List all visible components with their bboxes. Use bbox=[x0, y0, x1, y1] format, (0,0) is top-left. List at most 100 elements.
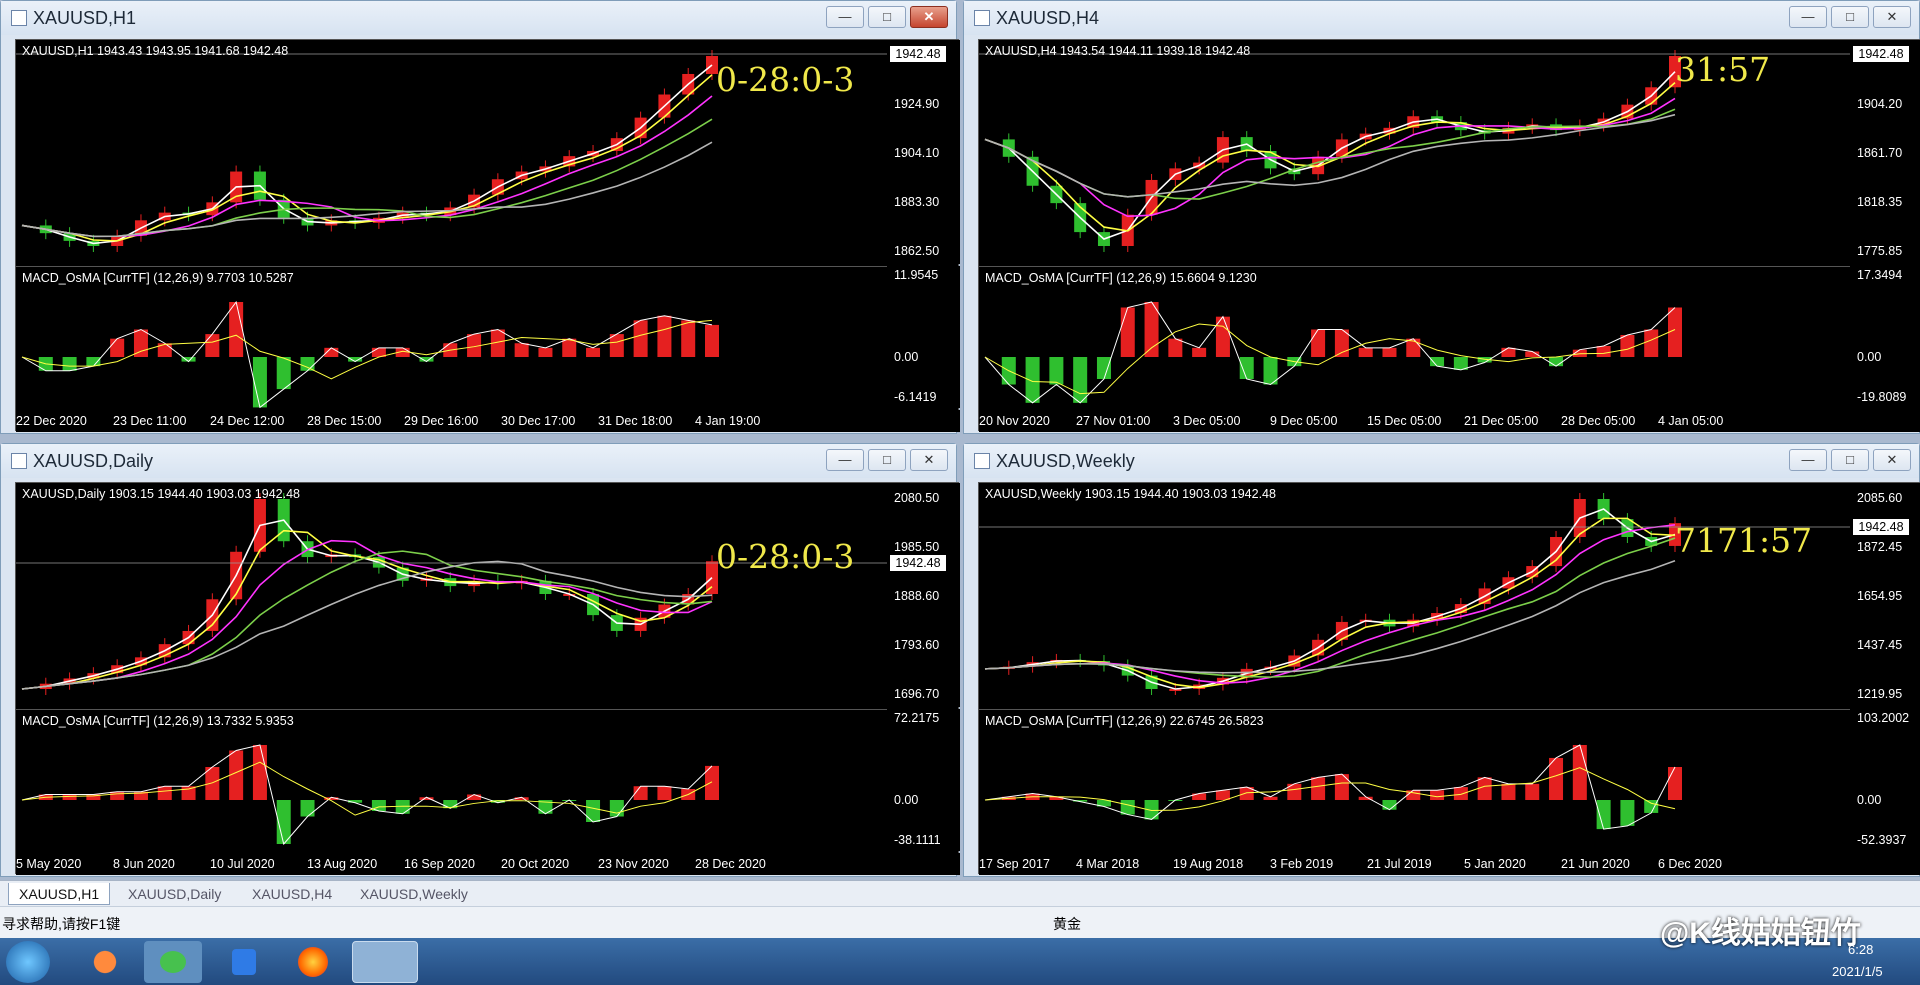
macd-axis-label: 0.00 bbox=[894, 350, 919, 364]
chart-window-h1[interactable]: XAUUSD,H1 — □ ✕ XAUUSD,H1 1943.43 1943.95 19… bbox=[0, 0, 960, 434]
macd-histogram-bar bbox=[1215, 790, 1230, 800]
minimize-button[interactable]: — bbox=[826, 6, 864, 28]
time-axis-label: 4 Mar 2018 bbox=[1076, 857, 1140, 871]
titlebar[interactable]: XAUUSD,H1 — □ ✕ bbox=[1, 1, 956, 35]
app-icon-note[interactable] bbox=[214, 941, 272, 983]
time-axis-label: 21 Jul 2019 bbox=[1367, 857, 1432, 871]
moving-average-line bbox=[21, 64, 713, 245]
price-axis: 1942.481904.201861.701818.351775.851942.… bbox=[1851, 40, 1920, 264]
maximize-button[interactable]: □ bbox=[1831, 449, 1869, 471]
tab-xauusd-weekly[interactable]: XAUUSD,Weekly bbox=[350, 883, 478, 905]
app-icon-mt4[interactable] bbox=[352, 941, 418, 983]
price-pane: XAUUSD,Weekly 1903.15 1944.40 1903.03 19… bbox=[979, 483, 1850, 707]
macd-axis: 72.2175 0.00 -38.1111 bbox=[888, 709, 960, 851]
minimize-button[interactable]: — bbox=[826, 449, 864, 471]
tab-xauusd-daily[interactable]: XAUUSD,Daily bbox=[118, 883, 231, 905]
chart-window-weekly[interactable]: XAUUSD,Weekly — □ ✕ XAUUSD,Weekly 1903.15 19… bbox=[963, 443, 1920, 877]
bar-countdown: 31:57 bbox=[1675, 50, 1771, 89]
time-axis-label: 27 Nov 01:00 bbox=[1076, 414, 1151, 428]
titlebar[interactable]: XAUUSD,Weekly — □ ✕ bbox=[964, 444, 1919, 478]
time-axis-label: 8 Jun 2020 bbox=[113, 857, 175, 871]
time-axis-label: 29 Dec 16:00 bbox=[404, 414, 479, 428]
time-axis-label: 19 Aug 2018 bbox=[1173, 857, 1244, 871]
firefox-icon bbox=[298, 947, 328, 977]
macd-histogram-bar bbox=[1168, 338, 1183, 357]
macd-chart bbox=[984, 301, 1682, 404]
titlebar[interactable]: XAUUSD,Daily — □ ✕ bbox=[1, 444, 956, 478]
time-axis-label: 21 Dec 05:00 bbox=[1464, 414, 1539, 428]
maximize-button[interactable]: □ bbox=[868, 6, 906, 28]
macd-histogram-bar bbox=[62, 794, 77, 800]
macd-axis: 17.3494 0.00 -19.8089 bbox=[1851, 266, 1920, 408]
macd-pane: MACD_OsMA [CurrTF] (12,26,9) 15.6604 9.1… bbox=[979, 266, 1850, 408]
time-axis-label: 10 Jul 2020 bbox=[210, 857, 275, 871]
close-button[interactable]: ✕ bbox=[1873, 449, 1911, 471]
minimize-button[interactable]: — bbox=[1789, 6, 1827, 28]
price-axis-label: 1793.60 bbox=[894, 638, 940, 652]
macd-histogram-bar bbox=[157, 786, 172, 800]
chart-window-icon bbox=[974, 453, 990, 469]
current-price-box: 1942.48 bbox=[890, 46, 946, 62]
chart-tabs: XAUUSD,H1 XAUUSD,Daily XAUUSD,H4 XAUUSD,… bbox=[0, 880, 1920, 906]
current-price-box: 1942.48 bbox=[1853, 46, 1909, 62]
clock-time[interactable]: 6:28 bbox=[1848, 942, 1873, 957]
chart-area: XAUUSD,H1 1943.43 1943.95 1941.68 1942.4… bbox=[15, 39, 960, 432]
time-axis-label: 3 Feb 2019 bbox=[1270, 857, 1334, 871]
taskbar: @K线姑姑钮竹 6:28 2021/1/5 bbox=[0, 917, 1920, 985]
maximize-button[interactable]: □ bbox=[868, 449, 906, 471]
start-button[interactable] bbox=[6, 941, 50, 983]
macd-histogram-bar bbox=[205, 334, 220, 357]
tab-xauusd-h4[interactable]: XAUUSD,H4 bbox=[242, 883, 342, 905]
time-axis-label: 28 Dec 2020 bbox=[695, 857, 766, 871]
chart-window-h4[interactable]: XAUUSD,H4 — □ ✕ XAUUSD,H4 1943.54 1944.11 19… bbox=[963, 0, 1920, 434]
macd-histogram-bar bbox=[586, 800, 601, 822]
current-price-box: 1942.48 bbox=[890, 555, 946, 571]
bar-countdown: 0-28:0-3 bbox=[716, 60, 855, 99]
macd-histogram-bar bbox=[181, 786, 196, 800]
time-axis: 22 Dec 2020 23 Dec 11:00 24 Dec 12:00 28 De… bbox=[16, 410, 960, 432]
time-axis-label: 15 Dec 05:00 bbox=[1367, 414, 1442, 428]
app-icon-fish[interactable] bbox=[76, 941, 134, 983]
macd-histogram-bar bbox=[681, 320, 696, 357]
macd-histogram-bar bbox=[1382, 800, 1397, 810]
chart-area: XAUUSD,Daily 1903.15 1944.40 1903.03 194… bbox=[15, 482, 960, 875]
macd-histogram-bar bbox=[252, 357, 267, 408]
macd-chart bbox=[21, 300, 719, 408]
chart-window-daily[interactable]: XAUUSD,Daily — □ ✕ XAUUSD,Daily 1903.15 1944… bbox=[0, 443, 960, 877]
close-button[interactable]: ✕ bbox=[910, 449, 948, 471]
price-chart bbox=[979, 493, 1850, 695]
maximize-button[interactable]: □ bbox=[1831, 6, 1869, 28]
time-axis-label: 22 Dec 2020 bbox=[16, 414, 87, 428]
price-axis-label: 1904.20 bbox=[1857, 97, 1903, 111]
macd-histogram-bar bbox=[110, 338, 125, 357]
price-axis-label: 1888.60 bbox=[894, 589, 940, 603]
macd-axis-label: -38.1111 bbox=[894, 833, 941, 847]
titlebar[interactable]: XAUUSD,H4 — □ ✕ bbox=[964, 1, 1919, 35]
close-button[interactable]: ✕ bbox=[1873, 6, 1911, 28]
bar-countdown: 7171:57 bbox=[1675, 521, 1813, 560]
app-icon-firefox[interactable] bbox=[284, 941, 342, 983]
macd-histogram-bar bbox=[1596, 800, 1611, 830]
time-axis-label: 20 Nov 2020 bbox=[979, 414, 1050, 428]
clock-date[interactable]: 2021/1/5 bbox=[1832, 964, 1883, 979]
macd-line bbox=[21, 300, 713, 408]
close-button[interactable]: ✕ bbox=[910, 6, 948, 28]
macd-histogram-bar bbox=[1453, 787, 1468, 800]
macd-axis-label: 11.9545 bbox=[894, 268, 939, 282]
macd-histogram-bar bbox=[609, 800, 624, 817]
macd-line bbox=[21, 744, 713, 846]
app-icon-wechat[interactable] bbox=[144, 941, 202, 983]
window-buttons: — □ ✕ bbox=[1789, 6, 1911, 28]
window-buttons: — □ ✕ bbox=[1789, 449, 1911, 471]
macd-line bbox=[984, 323, 1676, 395]
time-axis-label: 23 Dec 11:00 bbox=[113, 414, 187, 428]
time-axis-label: 5 Jan 2020 bbox=[1464, 857, 1526, 871]
time-axis-label: 4 Jan 19:00 bbox=[695, 414, 761, 428]
wechat-icon bbox=[160, 951, 186, 973]
moving-average-line bbox=[21, 74, 713, 242]
minimize-button[interactable]: — bbox=[1789, 449, 1827, 471]
macd-histogram-bar bbox=[1668, 307, 1682, 357]
tab-xauusd-h1[interactable]: XAUUSD,H1 bbox=[8, 883, 111, 905]
pen-icon bbox=[232, 949, 256, 975]
price-axis-label: 2080.50 bbox=[894, 491, 940, 505]
